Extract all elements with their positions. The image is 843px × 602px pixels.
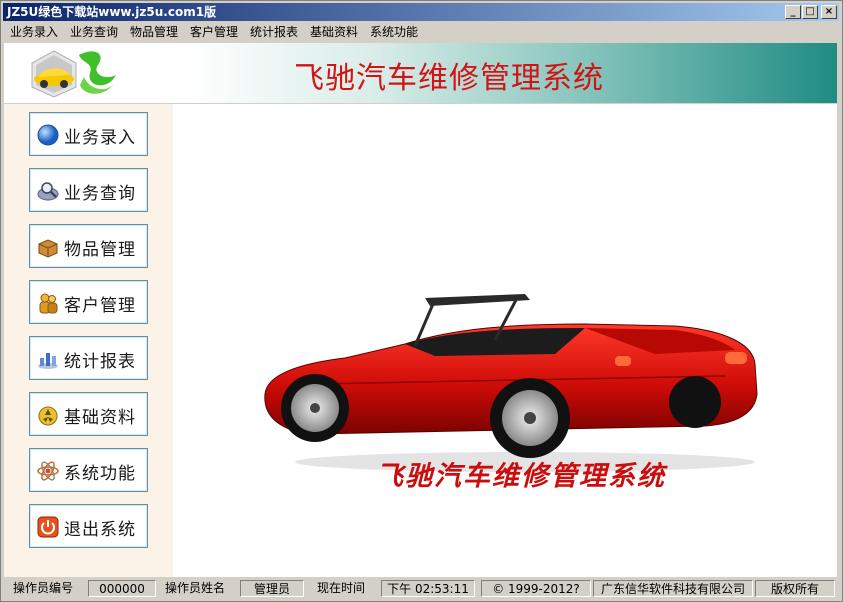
bar-chart-icon bbox=[38, 353, 58, 369]
rights-text: 版权所有 bbox=[755, 580, 835, 597]
sidebar-item-label: 基础资料 bbox=[64, 408, 136, 428]
globe-icon bbox=[37, 124, 59, 146]
sidebar-item-statistics-report[interactable]: 统计报表 bbox=[29, 336, 148, 380]
sidebar: 业务录入 业务查询 物品管理 客户管理 统计报表 基础资料 系统功能 退出系统 bbox=[4, 104, 173, 577]
menu-statistics-report[interactable]: 统计报表 bbox=[250, 24, 298, 40]
sidebar-item-system-functions[interactable]: 系统功能 bbox=[29, 448, 148, 492]
time-label: 现在时间 bbox=[317, 581, 366, 595]
menu-bar: 业务录入 业务查询 物品管理 客户管理 统计报表 基础资料 系统功能 bbox=[3, 22, 839, 42]
menu-customer-management[interactable]: 客户管理 bbox=[190, 24, 238, 40]
banner-title: 飞驰汽车维修管理系统 bbox=[294, 61, 604, 96]
atom-icon bbox=[37, 461, 59, 481]
company-name: 广东信华软件科技有限公司 bbox=[593, 580, 753, 597]
operator-id-label: 操作员编号 bbox=[13, 581, 74, 595]
window-title: JZ5U绿色下载站www.jz5u.com1版 bbox=[7, 5, 217, 19]
sidebar-item-item-management[interactable]: 物品管理 bbox=[29, 224, 148, 268]
sidebar-item-label: 业务查询 bbox=[64, 184, 136, 204]
close-button[interactable]: × bbox=[821, 5, 837, 19]
sidebar-item-label: 统计报表 bbox=[64, 352, 136, 372]
minimize-button[interactable]: _ bbox=[785, 5, 801, 19]
operator-name-value: 管理员 bbox=[240, 580, 304, 597]
copyright-text: © 1999-2012? bbox=[481, 580, 591, 597]
title-bar[interactable]: JZ5U绿色下载站www.jz5u.com1版 _ □ × bbox=[3, 3, 839, 21]
sidebar-item-customer-management[interactable]: 客户管理 bbox=[29, 280, 148, 324]
time-value: 下午 02:53:11 bbox=[381, 580, 475, 597]
app-logo bbox=[31, 50, 116, 98]
sidebar-item-basic-data[interactable]: 基础资料 bbox=[29, 392, 148, 436]
sidebar-item-label: 物品管理 bbox=[64, 240, 136, 260]
status-bar: 操作员编号 000000 操作员姓名 管理员 现在时间 下午 02:53:11 … bbox=[3, 579, 839, 599]
slogan-text: 飞驰汽车维修管理系统 bbox=[376, 461, 666, 492]
header-banner: 飞驰汽车维修管理系统 bbox=[4, 43, 837, 103]
sidebar-item-label: 退出系统 bbox=[64, 520, 136, 540]
maximize-button[interactable]: □ bbox=[802, 5, 818, 19]
app-window: JZ5U绿色下载站www.jz5u.com1版 _ □ × 业务录入 业务查询 … bbox=[0, 0, 843, 602]
red-convertible-car-image bbox=[264, 294, 758, 472]
sidebar-item-label: 客户管理 bbox=[64, 296, 136, 316]
users-icon bbox=[39, 293, 58, 314]
power-icon bbox=[37, 516, 59, 538]
menu-business-entry[interactable]: 业务录入 bbox=[10, 24, 58, 40]
menu-system-functions[interactable]: 系统功能 bbox=[370, 24, 418, 40]
sidebar-item-exit-system[interactable]: 退出系统 bbox=[29, 504, 148, 548]
sidebar-item-label: 系统功能 bbox=[64, 464, 136, 484]
main-content: 飞驰汽车维修管理系统 bbox=[173, 104, 837, 577]
box-icon bbox=[38, 239, 58, 258]
operator-name-label: 操作员姓名 bbox=[165, 581, 226, 595]
database-icon bbox=[38, 406, 58, 426]
sidebar-item-business-query[interactable]: 业务查询 bbox=[29, 168, 148, 212]
menu-basic-data[interactable]: 基础资料 bbox=[310, 24, 358, 40]
operator-id-value: 000000 bbox=[88, 580, 156, 597]
magnifier-icon bbox=[37, 182, 59, 201]
sidebar-item-label: 业务录入 bbox=[64, 128, 136, 148]
menu-business-query[interactable]: 业务查询 bbox=[70, 24, 118, 40]
menu-item-management[interactable]: 物品管理 bbox=[130, 24, 178, 40]
sidebar-item-business-entry[interactable]: 业务录入 bbox=[29, 112, 148, 156]
